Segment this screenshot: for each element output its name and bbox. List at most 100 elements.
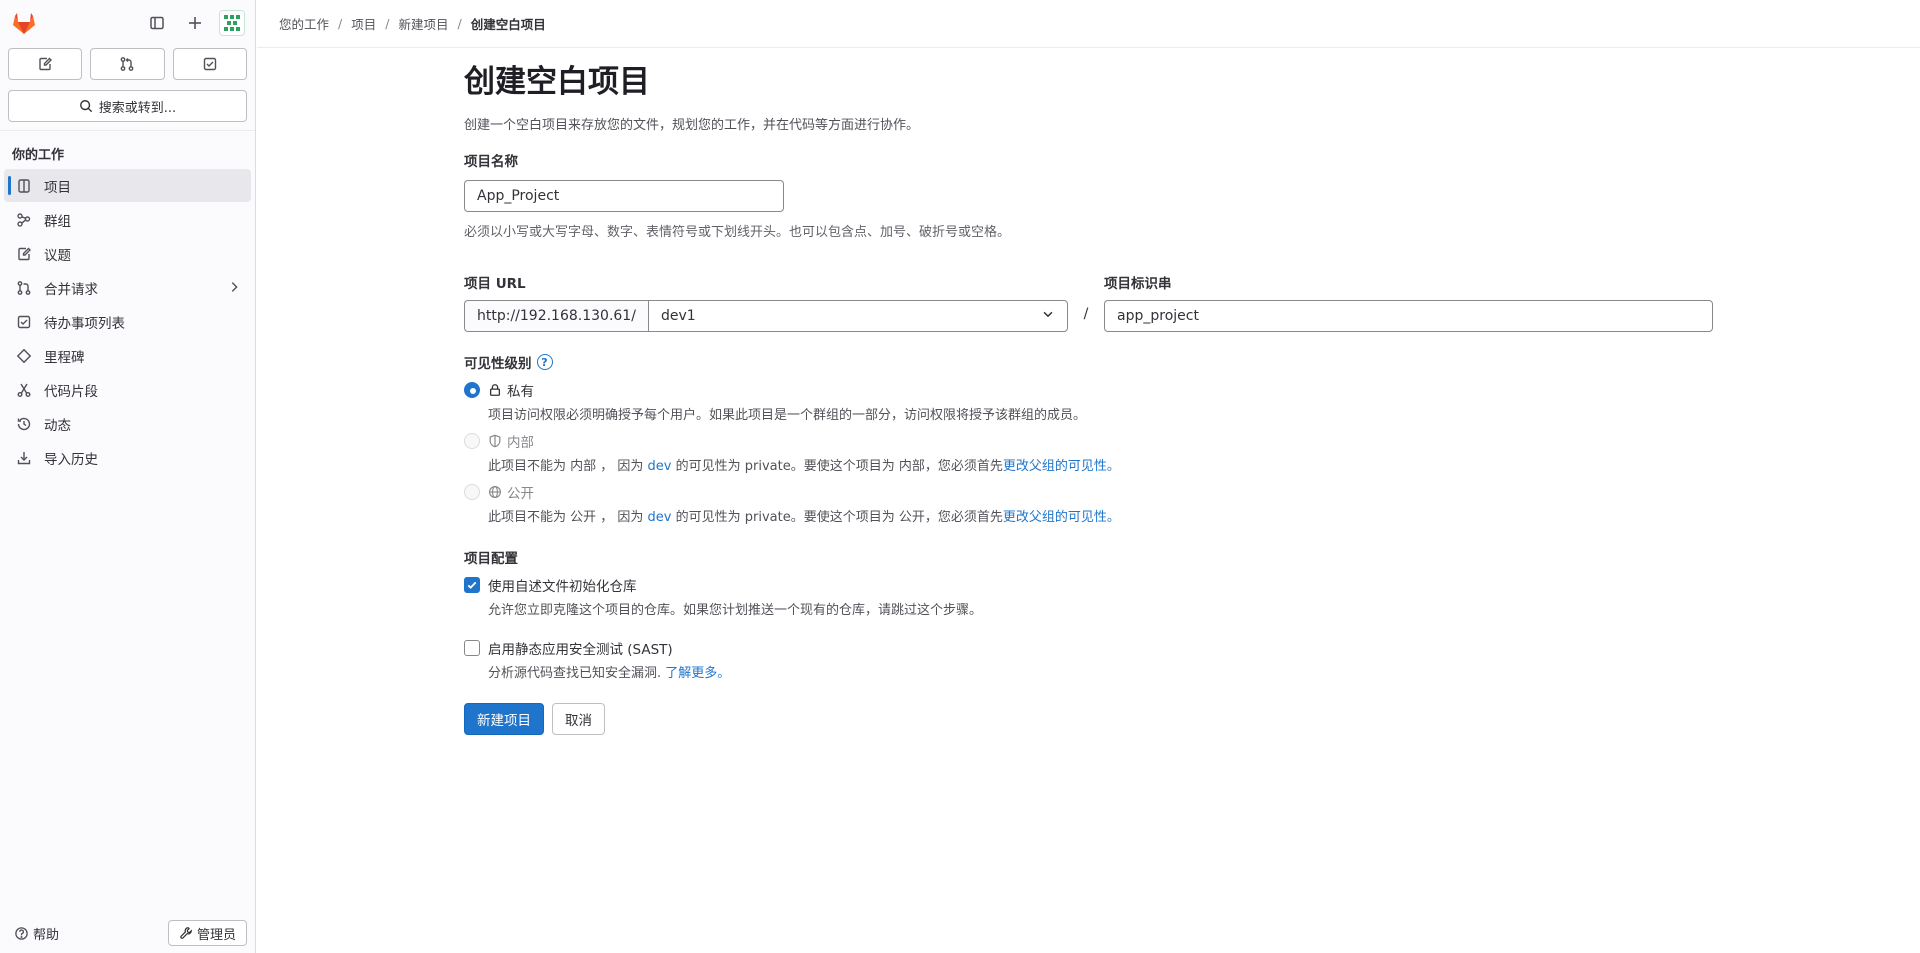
plus-icon[interactable] [181, 9, 209, 37]
change-parent-visibility-link[interactable]: 更改父组的可见性 [1003, 459, 1107, 474]
url-prefix: http://192.168.130.61/ [464, 300, 648, 332]
search-icon [79, 100, 92, 113]
public-help-end: 。 [1106, 510, 1120, 525]
sidebar-item-import-history[interactable]: 导入历史 [4, 441, 251, 474]
change-parent-visibility-link[interactable]: 更改父组的可见性 [1003, 510, 1107, 525]
sidebar-item-milestones[interactable]: 里程碑 [4, 339, 251, 372]
sidebar-item-label: 议题 [44, 247, 71, 264]
sidebar-item-todos[interactable]: 待办事项列表 [4, 305, 251, 338]
avatar[interactable] [219, 10, 245, 36]
sidebar-header [0, 0, 255, 46]
public-group-link[interactable]: dev [648, 510, 672, 525]
project-url-label: 项目 URL [464, 276, 526, 292]
private-radio[interactable] [464, 382, 480, 398]
sast-help: 分析源代码查找已知安全漏洞. 了解更多。 [488, 662, 1714, 681]
public-label: 公开 [507, 486, 534, 502]
breadcrumb-separator: / [457, 16, 462, 31]
visibility-option-internal[interactable]: 内部 [464, 431, 1714, 451]
history-icon [16, 416, 32, 432]
search-button-label: 搜索或转到... [98, 100, 177, 116]
namespace-value: dev1 [660, 308, 696, 324]
project-url-row: 项目 URL http://192.168.130.61/ dev1 / 项目标… [464, 272, 1714, 332]
internal-radio[interactable] [464, 433, 480, 449]
sast-help-text: 分析源代码查找已知安全漏洞. [488, 666, 666, 681]
private-help: 项目访问权限必须明确授予每个用户。如果此项目是一个群组的一部分，访问权限将授予该… [488, 408, 1087, 423]
sast-option[interactable]: 启用静态应用安全测试 (SAST) [464, 638, 1714, 658]
private-label: 私有 [507, 384, 534, 400]
project-icon [16, 178, 32, 194]
breadcrumb-item[interactable]: 新建项目 [398, 14, 448, 33]
project-slug-label: 项目标识串 [1104, 276, 1172, 292]
sidebar-item-snippets[interactable]: 代码片段 [4, 373, 251, 406]
shield-icon [488, 434, 502, 448]
project-name-input[interactable]: App_Project [464, 180, 784, 212]
project-name-label: 项目名称 [464, 154, 518, 170]
internal-label: 内部 [507, 435, 534, 451]
readme-option[interactable]: 使用自述文件初始化仓库 [464, 575, 1714, 595]
sidebar-item-activity[interactable]: 动态 [4, 407, 251, 440]
snippet-icon [16, 382, 32, 398]
sidebar-item-label: 待办事项列表 [44, 315, 125, 332]
readme-checkbox[interactable] [464, 577, 480, 593]
sast-label: 启用静态应用安全测试 (SAST) [488, 642, 673, 658]
url-slash-separator: / [1083, 306, 1089, 322]
admin-label: 管理员 [196, 927, 236, 943]
help-button[interactable]: 帮助 [14, 924, 59, 943]
sidebar-item-label: 动态 [44, 417, 71, 434]
issues-icon [16, 246, 32, 262]
globe-icon [488, 485, 502, 499]
visibility-option-public[interactable]: 公开 [464, 482, 1714, 502]
internal-group-link[interactable]: dev [648, 459, 672, 474]
import-icon [16, 450, 32, 466]
merge-requests-shortcut-button[interactable] [90, 48, 165, 80]
visibility-label: 可见性级别 [464, 356, 532, 372]
sidebar-item-groups[interactable]: 群组 [4, 203, 251, 236]
cancel-button[interactable]: 取消 [552, 703, 605, 735]
namespace-select[interactable]: dev1 [647, 300, 1068, 332]
wrench-icon [180, 927, 192, 939]
public-radio[interactable] [464, 484, 480, 500]
toggle-sidebar-icon[interactable] [143, 9, 171, 37]
project-url-group: 项目 URL http://192.168.130.61/ dev1 [464, 272, 1068, 332]
sidebar-item-merge-requests[interactable]: 合并请求 [4, 271, 251, 304]
public-help-text-2: 的可见性为 private。要使这个项目为 公开，您必须首先 [671, 510, 1003, 525]
sast-checkbox[interactable] [464, 640, 480, 656]
page-description: 创建一个空白项目来存放您的文件，规划您的工作，并在代码等方面进行协作。 [464, 118, 920, 133]
breadcrumb: 您的工作 / 项目 / 新建项目 / 创建空白项目 [257, 0, 1920, 48]
visibility-option-private[interactable]: 私有 [464, 380, 1714, 400]
lock-icon [488, 383, 502, 397]
sidebar-section-title: 你的工作 [12, 148, 65, 163]
breadcrumb-separator: / [385, 16, 390, 31]
help-icon [15, 926, 28, 940]
internal-help-text-2: 的可见性为 private。要使这个项目为 内部，您必须首先 [671, 459, 1003, 474]
create-project-button[interactable]: 新建项目 [464, 703, 544, 735]
internal-help-end: 。 [1106, 459, 1120, 474]
sidebar-item-label: 项目 [44, 179, 71, 196]
search-button[interactable]: 搜索或转到... [8, 90, 247, 122]
project-url-field: http://192.168.130.61/ dev1 [464, 300, 1068, 332]
learn-more-link[interactable]: 了解更多 [665, 666, 717, 681]
gitlab-logo-icon[interactable] [10, 9, 38, 37]
issues-shortcut-button[interactable] [8, 48, 83, 80]
question-circle-icon[interactable]: ? [536, 354, 553, 370]
sast-help-end: 。 [717, 666, 731, 681]
admin-button[interactable]: 管理员 [167, 920, 247, 946]
project-slug-input[interactable]: app_project [1104, 300, 1713, 332]
todo-shortcut-button[interactable] [172, 48, 247, 80]
main-content: 创建空白项目 创建一个空白项目来存放您的文件，规划您的工作，并在代码等方面进行协… [464, 62, 1714, 735]
check-icon [467, 581, 477, 589]
project-slug-group: 项目标识串 app_project [1104, 272, 1713, 332]
chevron-right-icon [227, 280, 241, 298]
breadcrumb-item[interactable]: 项目 [351, 14, 376, 33]
internal-help: 此项目不能为 内部 ， 因为 dev 的可见性为 private。要使这个项目为… [488, 455, 1714, 474]
sidebar-item-projects[interactable]: 项目 [4, 169, 251, 202]
group-icon [16, 212, 32, 228]
chevron-down-icon [1041, 307, 1055, 325]
breadcrumb-current[interactable]: 创建空白项目 [471, 14, 546, 33]
sidebar-item-issues[interactable]: 议题 [4, 237, 251, 270]
internal-help-text: 此项目不能为 内部 ， 因为 [488, 459, 648, 474]
readme-label: 使用自述文件初始化仓库 [488, 579, 637, 595]
breadcrumb-item[interactable]: 您的工作 [279, 14, 329, 33]
milestone-icon [16, 348, 32, 364]
sidebar: 搜索或转到... 你的工作 项目 群组 议题 合并请求 待办事项列表 里程碑 代… [0, 0, 256, 953]
